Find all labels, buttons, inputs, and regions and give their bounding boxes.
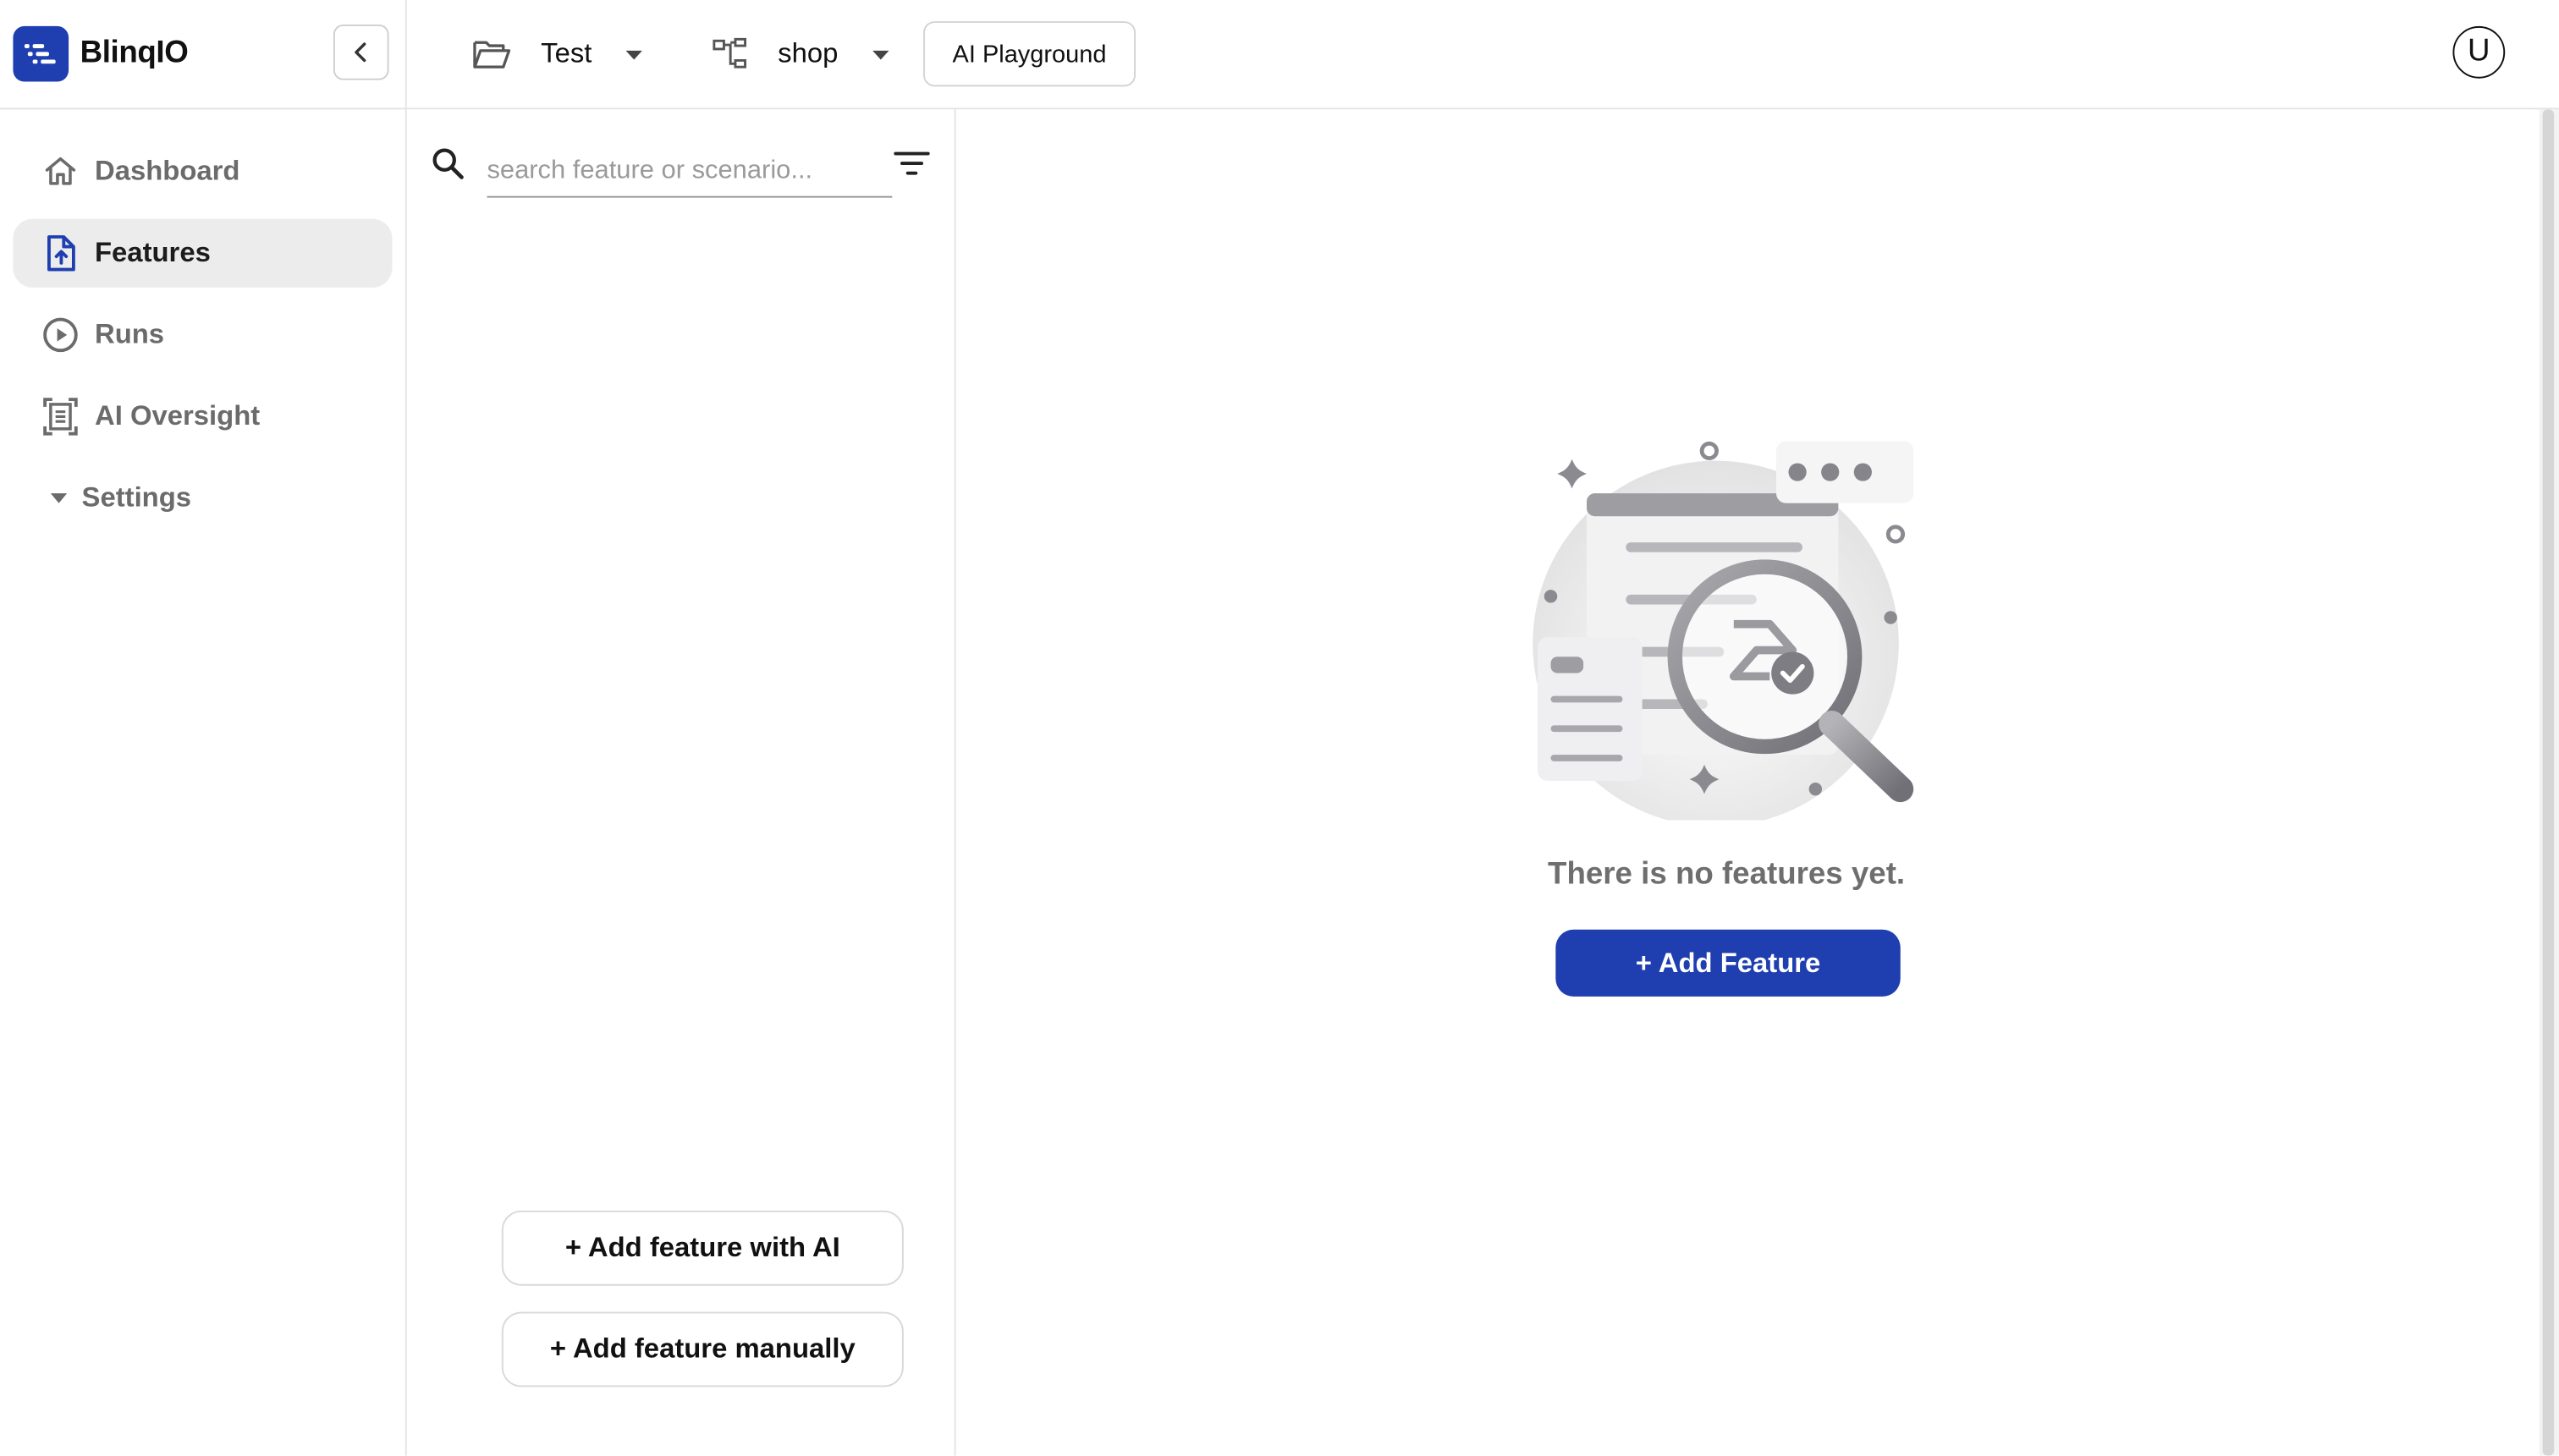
file-upload-icon bbox=[41, 234, 80, 272]
branch-selector[interactable]: shop bbox=[713, 23, 890, 85]
sidebar-item-label: Settings bbox=[81, 481, 192, 514]
empty-state-illustration bbox=[1527, 428, 1919, 827]
main-scrollbar[interactable] bbox=[2539, 109, 2559, 1456]
caret-down-icon bbox=[49, 492, 72, 504]
add-feature-manually-button[interactable]: + Add feature manually bbox=[501, 1311, 904, 1387]
sidebar-item-label: Dashboard bbox=[94, 155, 240, 187]
empty-state-message: There is no features yet. bbox=[1548, 857, 1906, 893]
app: BlinqIO Dashboard Features Runs AI Overs… bbox=[0, 0, 2559, 1456]
project-name: Test bbox=[541, 37, 592, 69]
search-input[interactable] bbox=[487, 145, 893, 198]
scrollbar-thumb[interactable] bbox=[2542, 109, 2555, 1456]
search-icon bbox=[430, 146, 465, 190]
sidebar: BlinqIO Dashboard Features Runs AI Overs… bbox=[0, 0, 407, 1456]
folder-open-icon bbox=[472, 37, 511, 70]
ai-playground-button[interactable]: AI Playground bbox=[923, 21, 1136, 87]
brand-name: BlinqIO bbox=[80, 36, 189, 71]
document-scan-icon bbox=[41, 397, 80, 436]
add-feature-with-ai-button[interactable]: + Add feature with AI bbox=[501, 1210, 904, 1286]
sidebar-item-dashboard[interactable]: Dashboard bbox=[13, 137, 392, 206]
app-canvas: BlinqIO Dashboard Features Runs AI Overs… bbox=[0, 0, 2559, 1456]
hierarchy-icon bbox=[713, 37, 748, 70]
add-feature-button[interactable]: + Add Feature bbox=[1555, 929, 1901, 997]
top-bar: Test shop AI Playground U bbox=[406, 0, 2559, 110]
filter-icon[interactable] bbox=[894, 149, 930, 186]
dropdown-arrow-icon bbox=[871, 48, 890, 60]
sidebar-item-label: Features bbox=[94, 236, 211, 268]
branch-name: shop bbox=[778, 37, 839, 69]
play-circle-icon bbox=[41, 316, 80, 354]
sidebar-item-settings[interactable]: Settings bbox=[13, 464, 392, 532]
sidebar-divider bbox=[0, 107, 405, 110]
sidebar-item-features[interactable]: Features bbox=[13, 218, 393, 288]
dropdown-arrow-icon bbox=[625, 48, 644, 60]
sidebar-nav: Dashboard Features Runs AI Oversight Set… bbox=[13, 137, 393, 546]
main-content: There is no features yet. + Add Feature bbox=[955, 109, 2534, 1456]
blinqio-logo-icon bbox=[13, 25, 69, 82]
sidebar-item-label: AI Oversight bbox=[94, 400, 261, 431]
sidebar-item-ai-oversight[interactable]: AI Oversight bbox=[13, 382, 392, 451]
home-icon bbox=[41, 152, 80, 191]
collapse-sidebar-button[interactable] bbox=[333, 24, 389, 80]
features-list-panel: + Add feature with AI + Add feature manu… bbox=[406, 109, 956, 1456]
brand[interactable]: BlinqIO bbox=[13, 25, 189, 82]
sidebar-item-runs[interactable]: Runs bbox=[13, 300, 392, 369]
user-avatar[interactable]: U bbox=[2452, 25, 2506, 79]
sidebar-item-label: Runs bbox=[94, 318, 165, 350]
project-selector[interactable]: Test bbox=[472, 23, 644, 85]
chevron-left-icon bbox=[355, 42, 366, 63]
